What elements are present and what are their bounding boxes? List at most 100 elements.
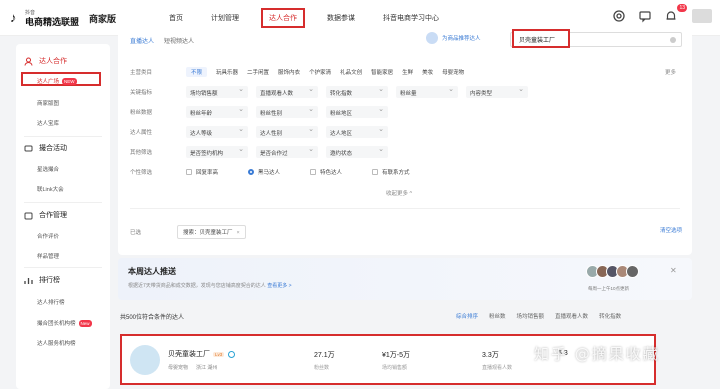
nav-plan[interactable]: 计划管理 — [205, 11, 245, 28]
sidebar-group-label: 撮合活动 — [39, 145, 67, 152]
tab-live[interactable]: 直播达人 — [130, 36, 154, 45]
sidebar-item-agency-rank[interactable]: 撮合团长机构榜 New — [37, 319, 92, 327]
sidebar-item-link-conf[interactable]: 联Link大会 — [37, 185, 64, 193]
filter-row-personal: 个性筛选 回复率高 黑马达人 特色达人 有联系方式 — [130, 168, 440, 176]
nav-home[interactable]: 首页 — [163, 11, 189, 28]
dropdown-avg-sales[interactable]: 场均销售额 — [186, 85, 248, 98]
nav-creator-coop[interactable]: 达人合作 — [261, 8, 305, 28]
nav-learning[interactable]: 抖音电商学习中心 — [377, 11, 445, 28]
clear-all-button[interactable]: 清空选项 — [660, 226, 682, 234]
avatar[interactable] — [130, 345, 160, 375]
divider — [24, 202, 102, 203]
recommend-for-product-link[interactable]: 为商品推荐达人 — [426, 32, 481, 44]
creator-name[interactable]: 贝壳童装工厂 — [168, 349, 210, 359]
sidebar-group-creator[interactable]: 达人合作 — [24, 56, 67, 66]
recommend-subtitle: 根据近7天带货商品和成交数据，发现与您店铺高度契合的达人 查看更多 > — [128, 282, 292, 289]
view-more-link[interactable]: 查看更多 > — [267, 283, 291, 289]
nav-data[interactable]: 数据参谋 — [321, 11, 361, 28]
collapse-more-button[interactable]: 收起更多 ^ — [386, 189, 412, 197]
chip-category[interactable]: 二手闲置 — [247, 68, 269, 76]
dropdown-fans[interactable]: 粉丝量 — [396, 85, 458, 98]
sidebar-item-star-match[interactable]: 星选撮合 — [37, 165, 59, 173]
sort-fans[interactable]: 粉丝数 — [489, 312, 506, 320]
chip-category[interactable]: 个护家清 — [309, 68, 331, 76]
filter-label: 其他筛选 — [130, 150, 153, 156]
stat-avg-sales: ¥1万-5万 场均销售额 — [382, 350, 410, 371]
divider — [130, 208, 680, 209]
chip-category[interactable]: 服饰内衣 — [278, 68, 300, 76]
more-categories-button[interactable]: 更多 — [665, 68, 676, 76]
douyin-icon: ♪ — [10, 10, 17, 25]
sidebar-item-label: 达人广场 — [37, 79, 60, 85]
clear-search-icon[interactable] — [670, 37, 676, 43]
chip-category[interactable]: 礼品文创 — [340, 68, 362, 76]
selected-filters: 已选 搜索：贝壳童装工厂 × — [130, 225, 246, 239]
sidebar-item-service-rank[interactable]: 达人服务机构榜 — [37, 339, 76, 347]
recommend-avatars[interactable] — [586, 265, 639, 278]
stat-label: 粉丝数 — [314, 365, 330, 371]
chip-category[interactable]: 玩具乐器 — [216, 68, 238, 76]
sort-avg-sales[interactable]: 场均销售额 — [517, 312, 545, 320]
bell-icon[interactable]: 13 — [664, 4, 687, 23]
dropdown-fan-region[interactable]: 粉丝地区 — [326, 105, 388, 118]
ranking-icon — [24, 277, 33, 284]
divider — [24, 267, 102, 268]
filter-panel: 直播达人 短视频达人 为商品推荐达人 贝壳童装工厂 主营类目 不限 玩具乐器 二… — [118, 28, 692, 255]
user-avatar[interactable] — [692, 9, 712, 23]
checkbox-featured[interactable]: 特色达人 — [310, 168, 342, 176]
chip-category[interactable]: 智能家居 — [371, 68, 393, 76]
checkbox-high-reply[interactable]: 回复率高 — [186, 168, 218, 176]
selected-filter-tag[interactable]: 搜索：贝壳童装工厂 × — [177, 225, 246, 239]
sidebar-group-match[interactable]: 撮合活动 — [24, 143, 67, 153]
notification-badge: 13 — [677, 4, 687, 12]
filter-label: 粉丝数据 — [130, 110, 153, 116]
dropdown-creator-gender[interactable]: 达人性别 — [256, 125, 318, 138]
chip-category[interactable]: 母婴宠物 — [442, 68, 464, 76]
sidebar-item-review[interactable]: 合作评价 — [37, 232, 59, 240]
dropdown-creator-region[interactable]: 达人地区 — [326, 125, 388, 138]
dropdown-fan-age[interactable]: 粉丝年龄 — [186, 105, 248, 118]
dropdown-invite-status[interactable]: 邀约状态 — [326, 145, 388, 158]
settings-icon[interactable] — [612, 9, 626, 23]
dropdown-viewers[interactable]: 直播观看人数 — [256, 85, 318, 98]
new-badge: NEW — [62, 77, 77, 85]
sidebar-item-creator-square[interactable]: 达人广场 NEW — [37, 77, 77, 85]
sidebar-item-creator-vault[interactable]: 达人宝库 — [37, 119, 59, 127]
chip-category[interactable]: 美妆 — [422, 68, 433, 76]
dropdown-creator-level[interactable]: 达人等级 — [186, 125, 248, 138]
chip-category[interactable]: 生鲜 — [402, 68, 413, 76]
dropdown-content-type[interactable]: 内容类型 — [466, 85, 528, 98]
stat-value: 27.1万 — [314, 352, 335, 359]
sidebar-item-merchant-map[interactable]: 商家版图 — [37, 99, 59, 107]
result-count: 共500位符合条件的达人 — [120, 315, 185, 321]
sort-default[interactable]: 综合排序 — [456, 312, 478, 320]
checkbox-has-contact[interactable]: 有联系方式 — [372, 168, 410, 176]
dropdown-cooperated[interactable]: 是否合作过 — [256, 145, 318, 158]
close-icon[interactable]: ✕ — [670, 266, 677, 275]
recommend-desc: 根据近7天带货商品和成交数据，发现与您店铺高度契合的达人 — [128, 283, 266, 289]
sidebar-item-sample[interactable]: 样品管理 — [37, 252, 59, 260]
filter-label: 个性筛选 — [130, 170, 153, 176]
sidebar-group-label: 合作管理 — [39, 212, 67, 219]
sort-viewers[interactable]: 直播观看人数 — [555, 312, 588, 320]
checkbox-dark-horse[interactable]: 黑马达人 — [248, 168, 280, 176]
sidebar-group-coop[interactable]: 合作管理 — [24, 210, 67, 220]
sidebar-group-rank[interactable]: 排行榜 — [24, 275, 60, 285]
sidebar-item-creator-rank[interactable]: 达人排行榜 — [37, 298, 65, 306]
message-icon[interactable] — [638, 9, 652, 23]
selected-label: 已选 — [130, 230, 142, 236]
dropdown-fan-gender[interactable]: 粉丝性别 — [256, 105, 318, 118]
verified-icon — [228, 350, 236, 358]
recommend-title: 本周达人推送 — [128, 267, 176, 276]
logo[interactable]: ♪ 抖音 电商精选联盟 商家版 — [10, 9, 116, 27]
dropdown-signed-agency[interactable]: 是否签约机构 — [186, 145, 248, 158]
chip-unlimited[interactable]: 不限 — [186, 67, 208, 77]
close-icon[interactable]: × — [237, 230, 240, 236]
sort-conversion[interactable]: 转化指数 — [599, 312, 621, 320]
divider — [24, 136, 102, 137]
dropdown-conversion[interactable]: 转化指数 — [326, 85, 388, 98]
creator-region: 浙江 湖州 — [196, 365, 218, 371]
tab-short-video[interactable]: 短视频达人 — [164, 36, 194, 45]
search-query[interactable]: 贝壳童装工厂 — [512, 29, 570, 48]
checkbox-label: 回复率高 — [196, 170, 219, 176]
